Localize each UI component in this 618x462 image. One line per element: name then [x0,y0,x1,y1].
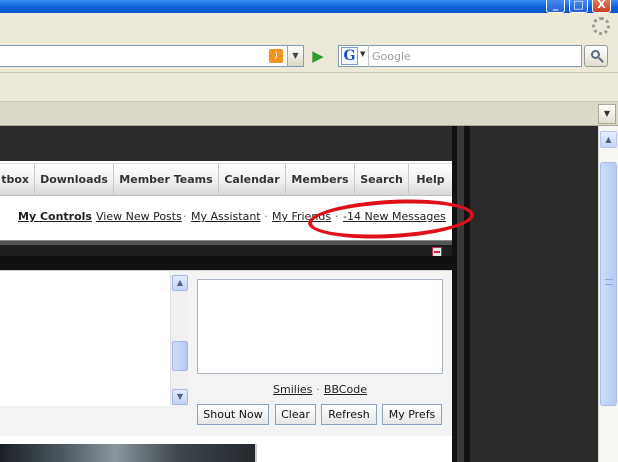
clear-button[interactable]: Clear [275,404,316,425]
shout-messages-scrollbar[interactable]: ▲ ▼ [170,275,188,405]
shout-now-button[interactable]: Shout Now [197,404,269,425]
browser-scrollbar[interactable]: ▲ [598,126,618,462]
shoutbox-panel: ▲ ▼ Smilies · BBCode Shout Now Clear Refre… [0,270,452,436]
minimize-button[interactable]: _ [546,0,565,13]
search-button[interactable] [584,45,608,67]
throbber-icon [592,17,610,35]
maximize-button[interactable]: □ [569,0,588,13]
forum-header-band [0,126,452,161]
scroll-up-button[interactable]: ▲ [172,275,188,291]
search-input[interactable] [368,45,582,67]
scroll-down-button[interactable]: ▼ [172,389,188,405]
tab-member-teams[interactable]: Member Teams [114,164,219,196]
address-history-dropdown[interactable]: ▼ [287,46,303,66]
header-shine [0,241,452,245]
go-button[interactable]: ▶ [307,46,329,66]
bookmarks-toolbar [0,74,618,102]
forum-page: tbox Downloads Member Teams Calendar Mem… [0,126,452,462]
gallery-image [0,444,255,462]
view-new-posts-link[interactable]: View New Posts [96,210,182,223]
my-prefs-button[interactable]: My Prefs [382,404,442,425]
my-assistant-link[interactable]: My Assistant [191,210,261,223]
close-button[interactable]: X [592,0,611,13]
shout-messages-list [0,271,170,406]
my-controls-link[interactable]: My Controls [18,210,92,223]
grip-icon [605,279,613,285]
separator: · [183,210,187,223]
tab-help[interactable]: Help [409,164,452,196]
tab-strip [0,102,618,126]
refresh-button[interactable]: Refresh [321,404,377,425]
page-viewport: tbox Downloads Member Teams Calendar Mem… [0,126,598,462]
magnifier-handle [598,57,604,63]
tab-shoutbox[interactable]: tbox [0,164,35,196]
chevron-down-icon: ▼ [360,50,366,58]
separator: · [264,210,268,223]
google-logo-icon: G [341,47,358,65]
forum-nav-tabs: tbox Downloads Member Teams Calendar Mem… [0,163,452,196]
rss-feed-icon[interactable]: ) [269,49,283,63]
page-scroll-thumb[interactable] [600,162,617,406]
bbcode-link[interactable]: BBCode [324,383,367,396]
shout-format-links: Smilies · BBCode [197,383,443,396]
shoutbox-header-shadow [0,256,452,270]
page-scroll-up-button[interactable]: ▲ [600,131,617,148]
tab-downloads[interactable]: Downloads [35,164,114,196]
separator: · [316,383,320,396]
tab-calendar[interactable]: Calendar [219,164,286,196]
window-title-bar [0,0,618,13]
tab-members[interactable]: Members [286,164,355,196]
search-engine-selector[interactable]: G ▼ [338,45,368,67]
tab-list-button[interactable]: ▼ [598,104,616,124]
shout-message-input[interactable] [197,279,443,374]
shoutbox-header-bar [0,240,452,256]
scroll-thumb[interactable] [172,341,188,371]
page-side-border [452,126,470,462]
separator: · [88,210,92,223]
menu-bar [0,13,618,41]
tab-search[interactable]: Search [355,164,409,196]
image-frame-edge [255,444,257,462]
address-bar[interactable] [0,45,304,67]
smilies-link[interactable]: Smilies [273,383,312,396]
